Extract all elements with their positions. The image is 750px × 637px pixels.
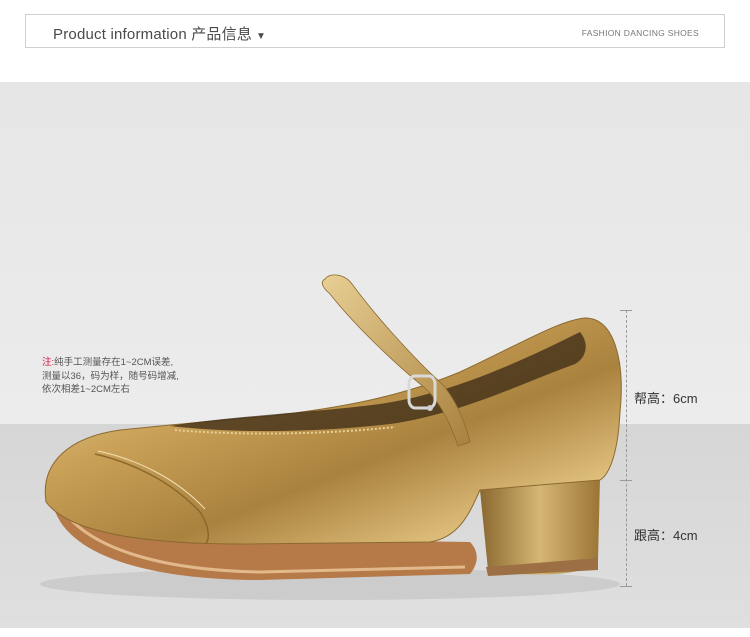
heel-top-tick	[620, 480, 632, 481]
section-title: Product information 产品信息 ▼	[53, 23, 266, 44]
caret-down-icon: ▼	[256, 31, 267, 42]
section-tagline: FASHION DANCING SHOES	[581, 28, 699, 38]
upper-height-label: 帮高：6cm	[634, 391, 698, 406]
note-line-3: 依次相差1~2CM左右	[42, 384, 130, 395]
gold-dance-shoe-image	[40, 274, 622, 600]
height-measure-line	[626, 310, 627, 586]
section-title-text: Product information 产品信息	[53, 26, 253, 43]
heel-height-label: 跟高：4cm	[634, 528, 698, 543]
product-photo: 注:纯手工测量存在1~2CM误差, 测量以36，码为样，随号码增减, 依次相差1…	[0, 82, 750, 628]
note-label: 注:	[42, 357, 55, 368]
section-header: Product information 产品信息 ▼ FASHION DANCIN…	[25, 14, 725, 48]
note-line-1: 纯手工测量存在1~2CM误差,	[54, 357, 174, 368]
upper-top-tick	[620, 310, 632, 311]
heel-bottom-tick	[620, 586, 632, 587]
note-line-2: 测量以36，码为样，随号码增减,	[42, 370, 179, 382]
measurement-note: 注:纯手工测量存在1~2CM误差, 测量以36，码为样，随号码增减, 依次相差1…	[42, 356, 179, 397]
